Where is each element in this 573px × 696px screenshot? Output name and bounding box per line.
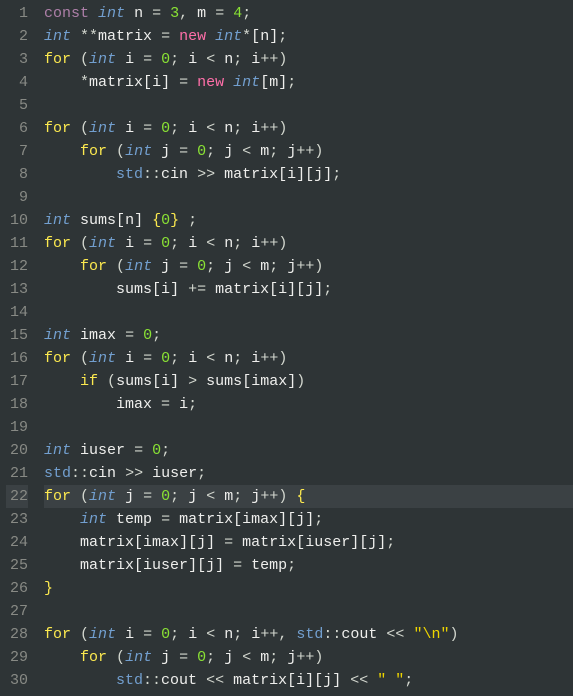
code-line[interactable] — [44, 416, 573, 439]
code-line[interactable]: int temp = matrix[imax][j]; — [44, 508, 573, 531]
line-number: 16 — [6, 347, 28, 370]
code-line[interactable] — [44, 301, 573, 324]
code-line[interactable] — [44, 186, 573, 209]
line-number: 30 — [6, 669, 28, 692]
line-number: 25 — [6, 554, 28, 577]
line-number: 15 — [6, 324, 28, 347]
line-number: 7 — [6, 140, 28, 163]
line-number: 20 — [6, 439, 28, 462]
code-line[interactable]: int imax = 0; — [44, 324, 573, 347]
line-number: 22 — [6, 485, 28, 508]
code-line[interactable]: } — [44, 577, 573, 600]
line-number: 28 — [6, 623, 28, 646]
line-number: 24 — [6, 531, 28, 554]
code-line[interactable]: *matrix[i] = new int[m]; — [44, 71, 573, 94]
code-line[interactable]: for (int i = 0; i < n; i++) — [44, 117, 573, 140]
code-line[interactable]: for (int i = 0; i < n; i++) — [44, 232, 573, 255]
code-line[interactable]: sums[i] += matrix[i][j]; — [44, 278, 573, 301]
line-number: 19 — [6, 416, 28, 439]
code-line[interactable] — [44, 94, 573, 117]
code-line[interactable]: const int n = 3, m = 4; — [44, 2, 573, 25]
code-line[interactable]: int sums[n] {0} ; — [44, 209, 573, 232]
line-number: 1 — [6, 2, 28, 25]
line-number: 2 — [6, 25, 28, 48]
line-number: 29 — [6, 646, 28, 669]
code-line[interactable]: int iuser = 0; — [44, 439, 573, 462]
code-line[interactable]: for (int i = 0; i < n; i++, std::cout <<… — [44, 623, 573, 646]
code-line[interactable]: for (int j = 0; j < m; j++) — [44, 140, 573, 163]
line-number: 4 — [6, 71, 28, 94]
line-number: 17 — [6, 370, 28, 393]
code-line[interactable]: if (sums[i] > sums[imax]) — [44, 370, 573, 393]
code-editor[interactable]: 1234567891011121314151617181920212223242… — [0, 0, 573, 696]
code-area[interactable]: const int n = 3, m = 4;int **matrix = ne… — [36, 0, 573, 696]
code-line[interactable]: for (int j = 0; j < m; j++) — [44, 255, 573, 278]
line-number: 18 — [6, 393, 28, 416]
line-number: 13 — [6, 278, 28, 301]
code-line[interactable]: std::cin >> iuser; — [44, 462, 573, 485]
line-number: 9 — [6, 186, 28, 209]
line-number: 21 — [6, 462, 28, 485]
line-number-gutter: 1234567891011121314151617181920212223242… — [0, 0, 36, 696]
line-number: 12 — [6, 255, 28, 278]
code-line[interactable]: matrix[imax][j] = matrix[iuser][j]; — [44, 531, 573, 554]
code-line[interactable]: std::cin >> matrix[i][j]; — [44, 163, 573, 186]
line-number: 8 — [6, 163, 28, 186]
code-line[interactable] — [44, 600, 573, 623]
line-number: 5 — [6, 94, 28, 117]
code-line[interactable]: matrix[iuser][j] = temp; — [44, 554, 573, 577]
line-number: 26 — [6, 577, 28, 600]
line-number: 6 — [6, 117, 28, 140]
code-line[interactable]: std::cout << matrix[i][j] << " "; — [44, 669, 573, 692]
line-number: 27 — [6, 600, 28, 623]
line-number: 14 — [6, 301, 28, 324]
code-line[interactable]: imax = i; — [44, 393, 573, 416]
line-number: 11 — [6, 232, 28, 255]
code-line[interactable]: int **matrix = new int*[n]; — [44, 25, 573, 48]
code-line[interactable]: for (int i = 0; i < n; i++) — [44, 48, 573, 71]
code-line[interactable]: for (int j = 0; j < m; j++) — [44, 646, 573, 669]
line-number: 3 — [6, 48, 28, 71]
code-line[interactable]: for (int i = 0; i < n; i++) — [44, 347, 573, 370]
line-number: 23 — [6, 508, 28, 531]
code-line[interactable]: for (int j = 0; j < m; j++) { — [44, 485, 573, 508]
line-number: 10 — [6, 209, 28, 232]
